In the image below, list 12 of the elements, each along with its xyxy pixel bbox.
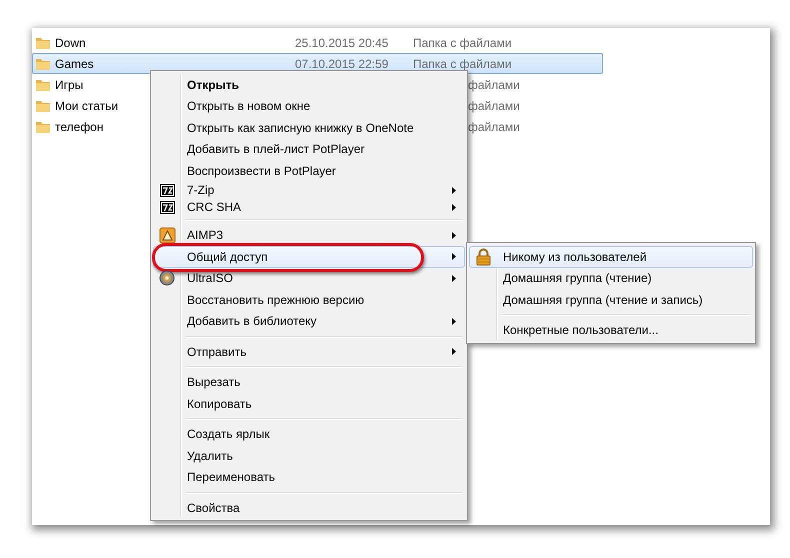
file-type: Папка с файлами — [413, 36, 512, 50]
file-type: Папка с файлами — [413, 56, 512, 70]
file-name: телефон — [55, 120, 104, 134]
file-type: файлами — [468, 98, 520, 112]
file-name: Игры — [55, 78, 84, 92]
file-name: Games — [55, 56, 94, 70]
file-type: файлами — [468, 78, 520, 92]
file-name: Мои статьи — [55, 98, 118, 112]
file-type: файлами — [468, 120, 520, 134]
file-date: 25.10.2015 20:45 — [295, 36, 388, 50]
file-date: 07.10.2015 22:59 — [295, 56, 388, 70]
file-name: Down — [55, 36, 86, 50]
